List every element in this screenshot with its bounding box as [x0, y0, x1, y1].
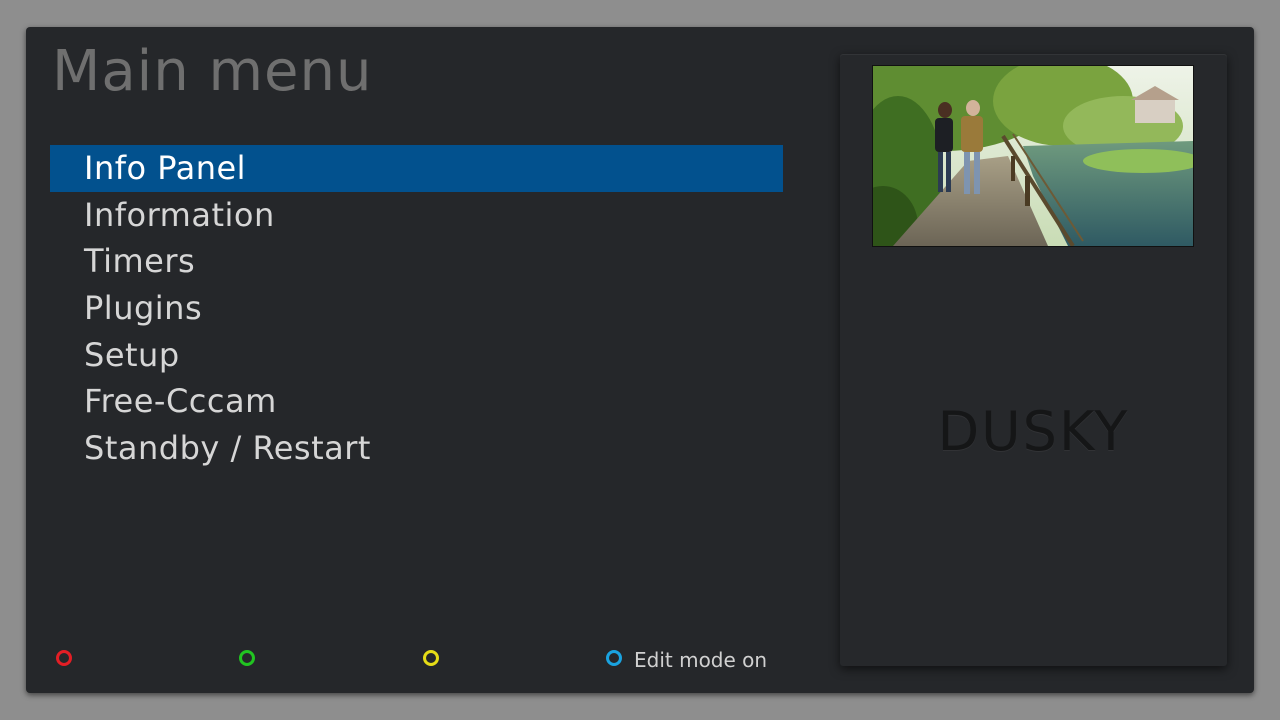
blue-key-label[interactable]: Edit mode on [634, 648, 767, 672]
page-title: Main menu [52, 39, 373, 104]
live-tv-preview [873, 66, 1193, 246]
menu-item-information[interactable]: Information [50, 192, 783, 239]
menu-item-info-panel[interactable]: Info Panel [50, 145, 783, 192]
menu-item-free-cccam[interactable]: Free-Cccam [50, 378, 783, 425]
green-key-icon[interactable] [239, 650, 255, 666]
brand-logo: DUSKY [937, 400, 1130, 463]
yellow-key-icon[interactable] [423, 650, 439, 666]
red-key-icon[interactable] [56, 650, 72, 666]
menu-item-timers[interactable]: Timers [50, 238, 783, 285]
menu-item-standby-restart[interactable]: Standby / Restart [50, 425, 783, 472]
menu-item-setup[interactable]: Setup [50, 332, 783, 379]
blue-key-icon[interactable] [606, 650, 622, 666]
menu-item-plugins[interactable]: Plugins [50, 285, 783, 332]
main-menu-list: Info Panel Information Timers Plugins Se… [50, 145, 783, 472]
